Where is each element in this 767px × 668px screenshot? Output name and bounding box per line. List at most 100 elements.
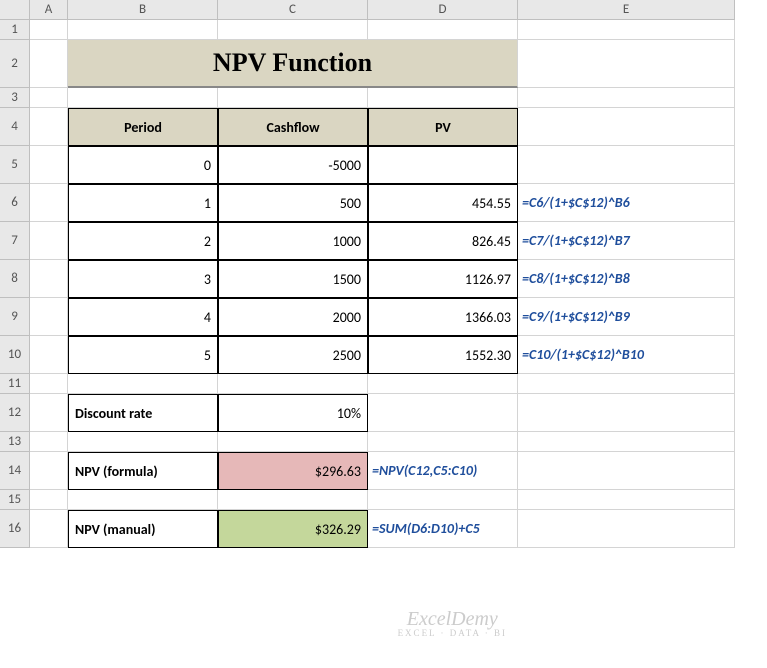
cell-pv-0[interactable]: [368, 146, 518, 184]
cell-A12[interactable]: [30, 394, 68, 432]
row-header-7[interactable]: 7: [0, 222, 30, 260]
header-pv[interactable]: PV: [368, 108, 518, 146]
cell-E16[interactable]: [518, 510, 735, 548]
discount-label[interactable]: Discount rate: [68, 394, 218, 432]
cell-A9[interactable]: [30, 298, 68, 336]
cell-B11[interactable]: [68, 374, 218, 394]
cell-A14[interactable]: [30, 452, 68, 490]
cell-period-1[interactable]: 1: [68, 184, 218, 222]
cell-D15[interactable]: [368, 490, 518, 510]
row-header-10[interactable]: 10: [0, 336, 30, 374]
cell-A8[interactable]: [30, 260, 68, 298]
formula-e7[interactable]: =C7/(1+$C$12)^B7: [518, 222, 735, 260]
row-header-8[interactable]: 8: [0, 260, 30, 298]
cell-A15[interactable]: [30, 490, 68, 510]
cell-pv-2[interactable]: 826.45: [368, 222, 518, 260]
cell-E2[interactable]: [518, 40, 735, 88]
cell-pv-3[interactable]: 1126.97: [368, 260, 518, 298]
cell-D11[interactable]: [368, 374, 518, 394]
cell-A6[interactable]: [30, 184, 68, 222]
formula-e9[interactable]: =C9/(1+$C$12)^B9: [518, 298, 735, 336]
col-header-D[interactable]: D: [368, 0, 518, 20]
cell-pv-1[interactable]: 454.55: [368, 184, 518, 222]
cell-D3[interactable]: [368, 88, 518, 108]
row-header-13[interactable]: 13: [0, 432, 30, 452]
cell-C1[interactable]: [218, 20, 368, 40]
cell-E3[interactable]: [518, 88, 735, 108]
cell-A11[interactable]: [30, 374, 68, 394]
col-header-B[interactable]: B: [68, 0, 218, 20]
cell-E5[interactable]: [518, 146, 735, 184]
cell-E14[interactable]: [518, 452, 735, 490]
select-all-corner[interactable]: [0, 0, 30, 20]
row-header-3[interactable]: 3: [0, 88, 30, 108]
cell-C11[interactable]: [218, 374, 368, 394]
cell-E4[interactable]: [518, 108, 735, 146]
npv-manual-value[interactable]: $326.29: [218, 510, 368, 548]
cell-C3[interactable]: [218, 88, 368, 108]
cell-E12[interactable]: [518, 394, 735, 432]
cell-D1[interactable]: [368, 20, 518, 40]
cell-period-3[interactable]: 3: [68, 260, 218, 298]
header-period[interactable]: Period: [68, 108, 218, 146]
cell-A4[interactable]: [30, 108, 68, 146]
row-header-5[interactable]: 5: [0, 146, 30, 184]
cell-B13[interactable]: [68, 432, 218, 452]
cell-B1[interactable]: [68, 20, 218, 40]
cell-A16[interactable]: [30, 510, 68, 548]
formula-e8[interactable]: =C8/(1+$C$12)^B8: [518, 260, 735, 298]
row-header-2[interactable]: 2: [0, 40, 30, 88]
cell-pv-5[interactable]: 1552.30: [368, 336, 518, 374]
discount-value[interactable]: 10%: [218, 394, 368, 432]
col-header-C[interactable]: C: [218, 0, 368, 20]
cell-period-0[interactable]: 0: [68, 146, 218, 184]
cell-A7[interactable]: [30, 222, 68, 260]
formula-e10[interactable]: =C10/(1+$C$12)^B10: [518, 336, 735, 374]
row-header-14[interactable]: 14: [0, 452, 30, 490]
npv-formula-label[interactable]: NPV (formula): [68, 452, 218, 490]
cell-E15[interactable]: [518, 490, 735, 510]
cell-cashflow-0[interactable]: -5000: [218, 146, 368, 184]
cell-A13[interactable]: [30, 432, 68, 452]
header-cashflow[interactable]: Cashflow: [218, 108, 368, 146]
cell-cashflow-3[interactable]: 1500: [218, 260, 368, 298]
cell-E13[interactable]: [518, 432, 735, 452]
row-header-16[interactable]: 16: [0, 510, 30, 548]
cell-B3[interactable]: [68, 88, 218, 108]
row-header-15[interactable]: 15: [0, 490, 30, 510]
npv-formula-text[interactable]: =NPV(C12,C5:C10): [368, 452, 518, 490]
title-cell[interactable]: NPV Function: [68, 40, 518, 88]
npv-manual-text[interactable]: =SUM(D6:D10)+C5: [368, 510, 518, 548]
col-header-A[interactable]: A: [30, 0, 68, 20]
cell-period-5[interactable]: 5: [68, 336, 218, 374]
col-header-E[interactable]: E: [518, 0, 735, 20]
cell-pv-4[interactable]: 1366.03: [368, 298, 518, 336]
row-header-9[interactable]: 9: [0, 298, 30, 336]
row-header-1[interactable]: 1: [0, 20, 30, 40]
cell-A3[interactable]: [30, 88, 68, 108]
row-header-4[interactable]: 4: [0, 108, 30, 146]
npv-formula-value[interactable]: $296.63: [218, 452, 368, 490]
cell-E1[interactable]: [518, 20, 735, 40]
row-header-12[interactable]: 12: [0, 394, 30, 432]
row-header-6[interactable]: 6: [0, 184, 30, 222]
cell-B15[interactable]: [68, 490, 218, 510]
cell-period-2[interactable]: 2: [68, 222, 218, 260]
cell-C13[interactable]: [218, 432, 368, 452]
cell-A1[interactable]: [30, 20, 68, 40]
cell-D13[interactable]: [368, 432, 518, 452]
formula-e6[interactable]: =C6/(1+$C$12)^B6: [518, 184, 735, 222]
cell-A2[interactable]: [30, 40, 68, 88]
cell-cashflow-5[interactable]: 2500: [218, 336, 368, 374]
cell-A5[interactable]: [30, 146, 68, 184]
cell-C15[interactable]: [218, 490, 368, 510]
cell-period-4[interactable]: 4: [68, 298, 218, 336]
cell-D12[interactable]: [368, 394, 518, 432]
row-header-11[interactable]: 11: [0, 374, 30, 394]
cell-A10[interactable]: [30, 336, 68, 374]
cell-cashflow-4[interactable]: 2000: [218, 298, 368, 336]
npv-manual-label[interactable]: NPV (manual): [68, 510, 218, 548]
cell-cashflow-1[interactable]: 500: [218, 184, 368, 222]
cell-cashflow-2[interactable]: 1000: [218, 222, 368, 260]
cell-E11[interactable]: [518, 374, 735, 394]
